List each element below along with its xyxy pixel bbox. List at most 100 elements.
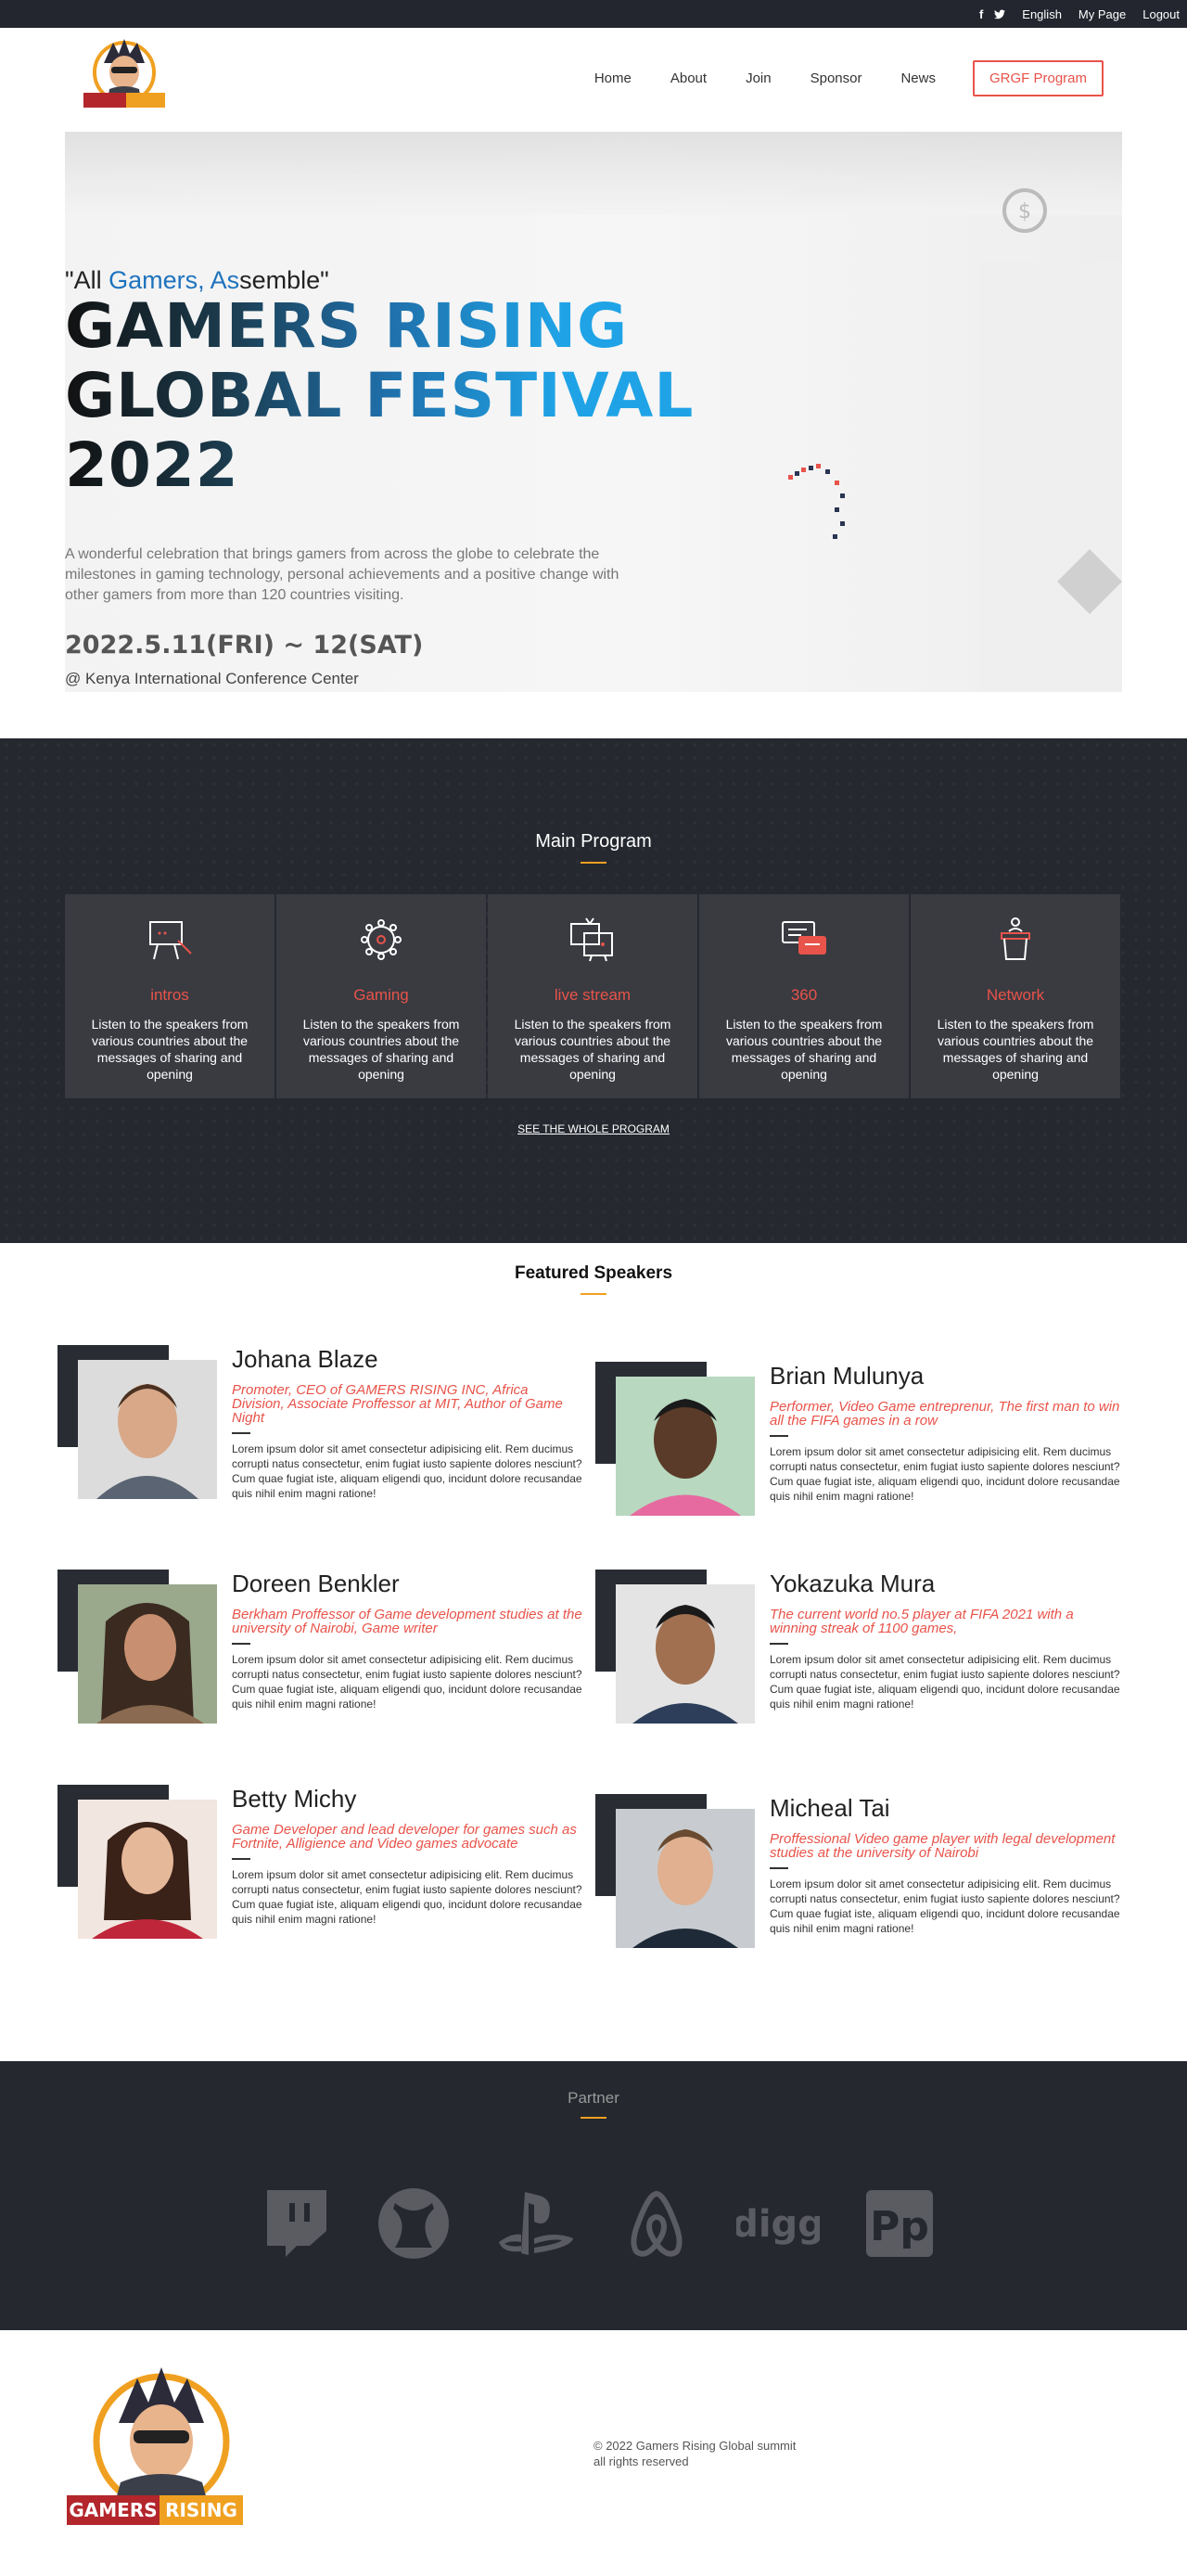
speaker-card[interactable]: Betty Michy Game Developer and lead deve… — [57, 1785, 586, 1970]
featured-speakers-section: Featured Speakers Johana Blaze Promoter,… — [0, 1243, 1187, 2061]
logo-text-right: RISING — [165, 2499, 237, 2521]
card-text: Listen to the speakers from various coun… — [302, 1017, 460, 1082]
svg-text:Pp: Pp — [870, 2203, 929, 2250]
grgf-program-button[interactable]: GRGF Program — [972, 60, 1104, 96]
speaker-role: Performer, Video Game entreprenur, The f… — [770, 1399, 1120, 1429]
podium-icon — [1001, 917, 1030, 960]
speaker-card[interactable]: Doreen Benkler Berkham Proffessor of Gam… — [57, 1570, 586, 1755]
my-page-link[interactable]: My Page — [1079, 7, 1126, 21]
speaker-role: The current world no.5 player at FIFA 20… — [770, 1607, 1074, 1636]
section-title: Main Program — [535, 831, 652, 852]
nav-home[interactable]: Home — [594, 70, 632, 86]
svg-text:$: $ — [1018, 200, 1031, 224]
speaker-photo — [616, 1377, 755, 1516]
speaker-name: Micheal Tai — [770, 1794, 890, 1822]
gamers-rising-logo[interactable] — [82, 35, 167, 117]
program-card-network[interactable]: Network Listen to the speakers from vari… — [911, 894, 1120, 1098]
see-whole-program-link[interactable]: SEE THE WHOLE PROGRAM — [0, 1122, 1187, 1135]
card-title: Gaming — [353, 986, 409, 1004]
nav-sponsor[interactable]: Sponsor — [810, 70, 862, 86]
program-cards: intros Listen to the speakers from vario… — [65, 894, 1122, 1098]
copyright-text: © 2022 Gamers Rising Global summit — [594, 2439, 797, 2453]
gamers-rising-logo[interactable]: GAMERS RISING — [65, 2358, 247, 2534]
speaker-name: Yokazuka Mura — [770, 1570, 936, 1597]
nav-news[interactable]: News — [900, 70, 936, 86]
program-card-intros[interactable]: intros Listen to the speakers from vario… — [65, 894, 274, 1098]
event-date: 2022.5.11(FRI) ~ 12(SAT) — [65, 631, 424, 660]
digg-logo[interactable]: digg — [736, 2186, 820, 2261]
hero-background-panel — [978, 262, 1122, 692]
screens-icon — [570, 917, 613, 962]
airbnb-logo[interactable] — [619, 2186, 694, 2261]
speaker-card[interactable]: Johana Blaze Promoter, CEO of GAMERS RIS… — [57, 1345, 586, 1531]
logout-link[interactable]: Logout — [1142, 7, 1180, 21]
card-title: 360 — [790, 986, 818, 1004]
speaker-photo — [616, 1584, 755, 1724]
divider — [770, 1435, 788, 1437]
twitch-logo[interactable] — [260, 2186, 334, 2261]
program-card-gaming[interactable]: Gaming Listen to the speakers from vario… — [276, 894, 486, 1098]
speaker-info: Yokazuka Mura The current world no.5 pla… — [770, 1570, 1122, 1711]
program-card-live-stream[interactable]: live stream Listen to the speakers from … — [488, 894, 697, 1098]
divider — [770, 1867, 788, 1869]
program-card-360[interactable]: 360 Listen to the speakers from various … — [699, 894, 909, 1098]
card-title: live stream — [554, 986, 632, 1004]
card-text: Listen to the speakers from various coun… — [937, 1017, 1094, 1082]
title-underline — [581, 1293, 606, 1295]
language-link[interactable]: English — [1022, 7, 1062, 21]
speaker-name: Brian Mulunya — [770, 1362, 925, 1390]
speaker-card[interactable]: Yokazuka Mura The current world no.5 pla… — [595, 1570, 1124, 1755]
speaker-photo — [78, 1800, 217, 1939]
hero-banner: $ "All Gamers, Assemble" GAMERS RISING G… — [65, 132, 1122, 692]
speaker-info: Johana Blaze Promoter, CEO of GAMERS RIS… — [232, 1345, 584, 1501]
twitter-icon[interactable] — [994, 8, 1006, 19]
divider — [232, 1643, 250, 1645]
decorative-diamond — [1057, 549, 1122, 614]
section-title: Partner — [568, 2089, 619, 2107]
divider — [232, 1432, 250, 1434]
hero-description: A wonderful celebration that brings game… — [65, 546, 619, 603]
playstation-logo[interactable] — [493, 2186, 577, 2261]
speaker-bio: Lorem ipsum dolor sit amet consectetur a… — [232, 1653, 582, 1711]
hero-title-line-3: 2022 — [65, 429, 239, 501]
partner-logos: digg Pp — [260, 2186, 937, 2261]
hero-title: GAMERS RISING GLOBAL FESTIVAL 2022 — [65, 291, 770, 500]
speaker-info: Micheal Tai Proffessional Video game pla… — [770, 1794, 1122, 1936]
speaker-info: Brian Mulunya Performer, Video Game entr… — [770, 1362, 1122, 1504]
speaker-role: Game Developer and lead developer for ga… — [232, 1822, 577, 1852]
speaker-role: Proffessional Video game player with leg… — [770, 1831, 1116, 1861]
speaker-role: Promoter, CEO of GAMERS RISING INC, Afri… — [232, 1382, 563, 1426]
speaker-info: Betty Michy Game Developer and lead deve… — [232, 1785, 584, 1927]
producthunt-logo[interactable]: Pp — [862, 2186, 937, 2261]
rights-text: all rights reserved — [594, 2454, 689, 2468]
hero-title-line-1: GAMERS RISING — [65, 290, 629, 362]
facebook-icon[interactable]: f — [979, 7, 983, 21]
nav-about[interactable]: About — [670, 70, 707, 86]
card-title: intros — [150, 986, 189, 1004]
section-title: Featured Speakers — [514, 1263, 673, 1283]
speaker-bio: Lorem ipsum dolor sit amet consectetur a… — [232, 1442, 582, 1500]
main-program-section: Main Program intros Listen to the speake… — [0, 738, 1187, 1243]
event-venue: @ Kenya International Conference Center — [65, 670, 359, 687]
coin-icon: $ — [1002, 188, 1047, 233]
speaker-photo — [78, 1360, 217, 1499]
svg-text:digg: digg — [736, 2203, 820, 2246]
speaker-card[interactable]: Micheal Tai Proffessional Video game pla… — [595, 1794, 1124, 1980]
speaker-name: Johana Blaze — [232, 1345, 378, 1373]
speaker-card[interactable]: Brian Mulunya Performer, Video Game entr… — [595, 1362, 1124, 1547]
speaker-info: Doreen Benkler Berkham Proffessor of Gam… — [232, 1570, 584, 1711]
nav-join[interactable]: Join — [746, 70, 772, 86]
social-links: f — [979, 7, 1006, 21]
speaker-photo — [616, 1809, 755, 1948]
speaker-bio: Lorem ipsum dolor sit amet consectetur a… — [770, 1653, 1120, 1711]
xbox-logo[interactable] — [377, 2186, 451, 2261]
site-header: Home About Join Sponsor News GRGF Progra… — [0, 28, 1187, 132]
card-text: Listen to the speakers from various coun… — [514, 1017, 671, 1082]
top-bar: f English My Page Logout — [0, 0, 1187, 28]
speaker-bio: Lorem ipsum dolor sit amet consectetur a… — [770, 1445, 1120, 1503]
logo-text-left: GAMERS — [69, 2499, 157, 2521]
divider — [232, 1858, 250, 1860]
speaker-name: Betty Michy — [232, 1785, 357, 1813]
card-text: Listen to the speakers from various coun… — [91, 1017, 249, 1082]
